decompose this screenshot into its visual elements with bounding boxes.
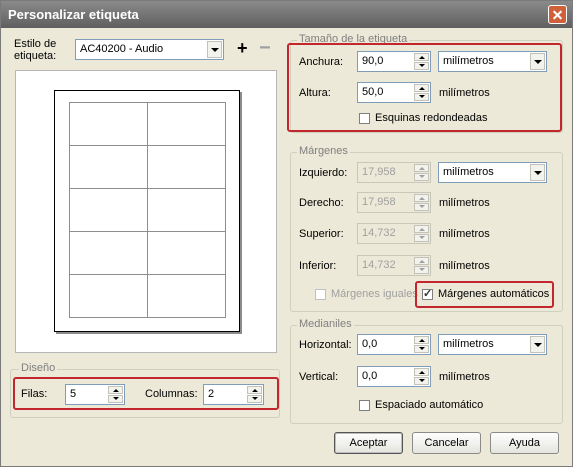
left-margin-value: 17,958 (362, 166, 396, 178)
margins-group-title: Márgenes (297, 145, 350, 157)
preview-label-cell (69, 274, 148, 318)
close-icon[interactable] (548, 5, 567, 24)
window-title: Personalizar etiqueta (8, 7, 139, 22)
left-margin-label: Izquierdo: (299, 167, 348, 179)
spin-up-icon[interactable] (414, 194, 429, 202)
equal-margins-label: Márgenes iguales (331, 288, 418, 300)
chevron-down-icon[interactable] (207, 41, 222, 58)
margin-unit-value: milímetros (443, 166, 494, 178)
title-bar[interactable]: Personalizar etiqueta (1, 1, 572, 28)
bottom-margin-label: Inferior: (299, 260, 337, 272)
style-label-line1: Estilo de (14, 38, 57, 50)
left-margin-stepper[interactable]: 17,958 (357, 162, 431, 183)
preview-label-cell (147, 274, 226, 318)
preview-sheet (54, 90, 240, 332)
vertical-gutter-stepper[interactable]: 0,0 (357, 366, 431, 387)
gutter-unit-select[interactable]: milímetros (438, 334, 547, 355)
chevron-down-icon[interactable] (530, 164, 545, 181)
top-margin-label: Superior: (299, 228, 344, 240)
add-style-icon[interactable]: + (237, 39, 248, 57)
layout-highlight (13, 377, 279, 410)
horizontal-gutter-spin-buttons[interactable] (414, 336, 429, 353)
size-highlight (287, 43, 562, 132)
spin-down-icon[interactable] (414, 234, 429, 242)
spin-down-icon[interactable] (414, 173, 429, 181)
spin-up-icon[interactable] (414, 336, 429, 344)
bottom-margin-unit: milímetros (439, 260, 490, 272)
margin-unit-select[interactable]: milímetros (438, 162, 547, 183)
spin-down-icon[interactable] (414, 377, 429, 385)
preview-label-cell (69, 145, 148, 189)
preview-label-cell (147, 231, 226, 275)
top-margin-stepper[interactable]: 14,732 (357, 223, 431, 244)
style-label-line2: etiqueta: (14, 50, 57, 62)
horizontal-gutter-label: Horizontal: (299, 339, 352, 351)
spin-up-icon[interactable] (414, 164, 429, 172)
spin-down-icon[interactable] (414, 266, 429, 274)
bottom-margin-value: 14,732 (362, 259, 396, 271)
right-margin-value: 17,958 (362, 196, 396, 208)
auto-margins-highlight (415, 281, 554, 308)
preview-label-cell (147, 102, 226, 146)
remove-style-icon: − (259, 37, 271, 59)
auto-spacing-label: Espaciado automático (375, 399, 484, 411)
horizontal-gutter-value: 0,0 (362, 338, 378, 350)
top-margin-value: 14,732 (362, 227, 396, 239)
preview-label-cell (147, 145, 226, 189)
right-margin-label: Derecho: (299, 197, 344, 209)
top-margin-spin-buttons[interactable] (414, 225, 429, 242)
preview-label-cell (69, 102, 148, 146)
preview-label-cell (147, 188, 226, 232)
auto-spacing-checkbox[interactable] (359, 400, 370, 411)
vertical-gutter-unit: milímetros (439, 371, 490, 383)
label-style-select[interactable]: AC40200 - Audio (75, 39, 224, 60)
right-margin-unit: milímetros (439, 197, 490, 209)
bottom-margin-spin-buttons[interactable] (414, 257, 429, 274)
spin-down-icon[interactable] (414, 345, 429, 353)
gutters-group-title: Medianiles (297, 318, 354, 330)
spin-up-icon[interactable] (414, 368, 429, 376)
right-margin-spin-buttons[interactable] (414, 194, 429, 211)
top-margin-unit: milímetros (439, 228, 490, 240)
right-margin-stepper[interactable]: 17,958 (357, 192, 431, 213)
left-margin-spin-buttons[interactable] (414, 164, 429, 181)
vertical-gutter-label: Vertical: (299, 371, 339, 383)
horizontal-gutter-stepper[interactable]: 0,0 (357, 334, 431, 355)
dialog-window: Personalizar etiqueta Estilo de etiqueta… (0, 0, 573, 467)
spin-up-icon[interactable] (414, 257, 429, 265)
gutter-unit-value: milímetros (443, 338, 494, 350)
vertical-gutter-spin-buttons[interactable] (414, 368, 429, 385)
label-style-value: AC40200 - Audio (80, 43, 164, 55)
preview-label-cell (69, 188, 148, 232)
vertical-gutter-value: 0,0 (362, 370, 378, 382)
equal-margins-checkbox[interactable] (315, 289, 326, 300)
cancel-button[interactable]: Cancelar (412, 432, 481, 454)
layout-group-title: Diseño (19, 362, 58, 374)
preview-label-cell (69, 231, 148, 275)
spin-down-icon[interactable] (414, 203, 429, 211)
spin-up-icon[interactable] (414, 225, 429, 233)
help-button[interactable]: Ayuda (490, 432, 559, 454)
accept-button[interactable]: Aceptar (334, 432, 403, 454)
bottom-margin-stepper[interactable]: 14,732 (357, 255, 431, 276)
chevron-down-icon[interactable] (530, 336, 545, 353)
label-preview (15, 70, 277, 353)
